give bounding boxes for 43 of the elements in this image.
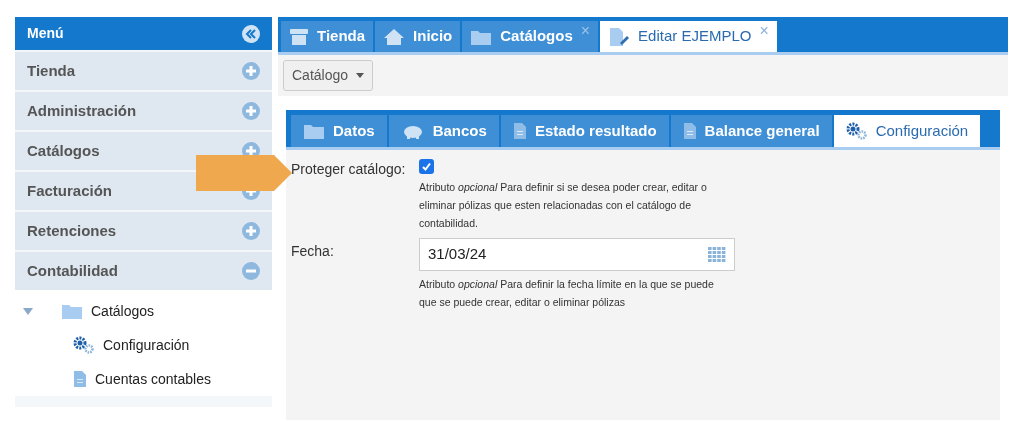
sidebar-title: Menú: [27, 24, 64, 43]
expand-icon[interactable]: [242, 102, 260, 120]
sidebar-item[interactable]: Retenciones: [15, 212, 272, 250]
gears-icon: [73, 336, 95, 354]
collapse-sidebar-icon[interactable]: [242, 24, 260, 43]
sidebar-item[interactable]: Contabilidad: [15, 252, 272, 290]
tab[interactable]: Datos: [291, 115, 387, 147]
field-label: Fecha:: [291, 242, 335, 261]
gears-icon: [845, 122, 868, 140]
document-icon: [682, 122, 697, 140]
help-text: Atributo opcional Para definir si se desea poder crear, editar o eliminar pólizas que esten relacionadas con el catálogo de contabilidad.: [419, 180, 708, 231]
store-icon: [289, 27, 309, 46]
folder-icon: [303, 122, 325, 140]
document-icon: [73, 370, 87, 388]
calendar-icon[interactable]: [708, 246, 726, 263]
sidebar-item[interactable]: Tienda: [15, 52, 272, 90]
sidebar-item[interactable]: Administración: [15, 92, 272, 130]
tab[interactable]: Bancos: [388, 115, 499, 147]
tree-item[interactable]: Catálogos: [91, 300, 155, 322]
collapse-icon[interactable]: [242, 262, 260, 280]
expand-icon[interactable]: [242, 62, 260, 80]
document-edit-icon: [608, 26, 631, 47]
tab[interactable]: Catálogos ×: [462, 21, 599, 52]
folder-icon: [61, 302, 83, 320]
checkmark-icon: [421, 161, 432, 172]
checkbox[interactable]: [419, 159, 434, 174]
help-text: Atributo opcional Para definir la fecha límite en la que se puede que se puede crear, editar o eliminar pólizas: [419, 277, 715, 310]
home-icon: [383, 27, 406, 46]
catalog-dropdown-button[interactable]: Catálogo: [283, 60, 374, 91]
tab[interactable]: Balance general: [670, 115, 832, 147]
tab[interactable]: Tienda: [281, 21, 374, 52]
tree-item[interactable]: Cuentas contables: [95, 368, 211, 390]
field-label: Proteger catálogo:: [291, 160, 407, 179]
tree-toggle-icon[interactable]: [23, 307, 33, 315]
expand-icon[interactable]: [242, 222, 260, 240]
document-icon: [512, 122, 527, 140]
tab[interactable]: Estado resultado: [500, 115, 669, 147]
caret-icon: [356, 73, 365, 78]
tab[interactable]: Configuración: [833, 115, 981, 147]
date-field[interactable]: 31/03/24: [419, 238, 735, 271]
tree-item[interactable]: Configuración: [103, 334, 190, 356]
tab[interactable]: Editar EJEMPLO ×: [600, 21, 777, 52]
tab[interactable]: Inicio: [375, 21, 461, 52]
